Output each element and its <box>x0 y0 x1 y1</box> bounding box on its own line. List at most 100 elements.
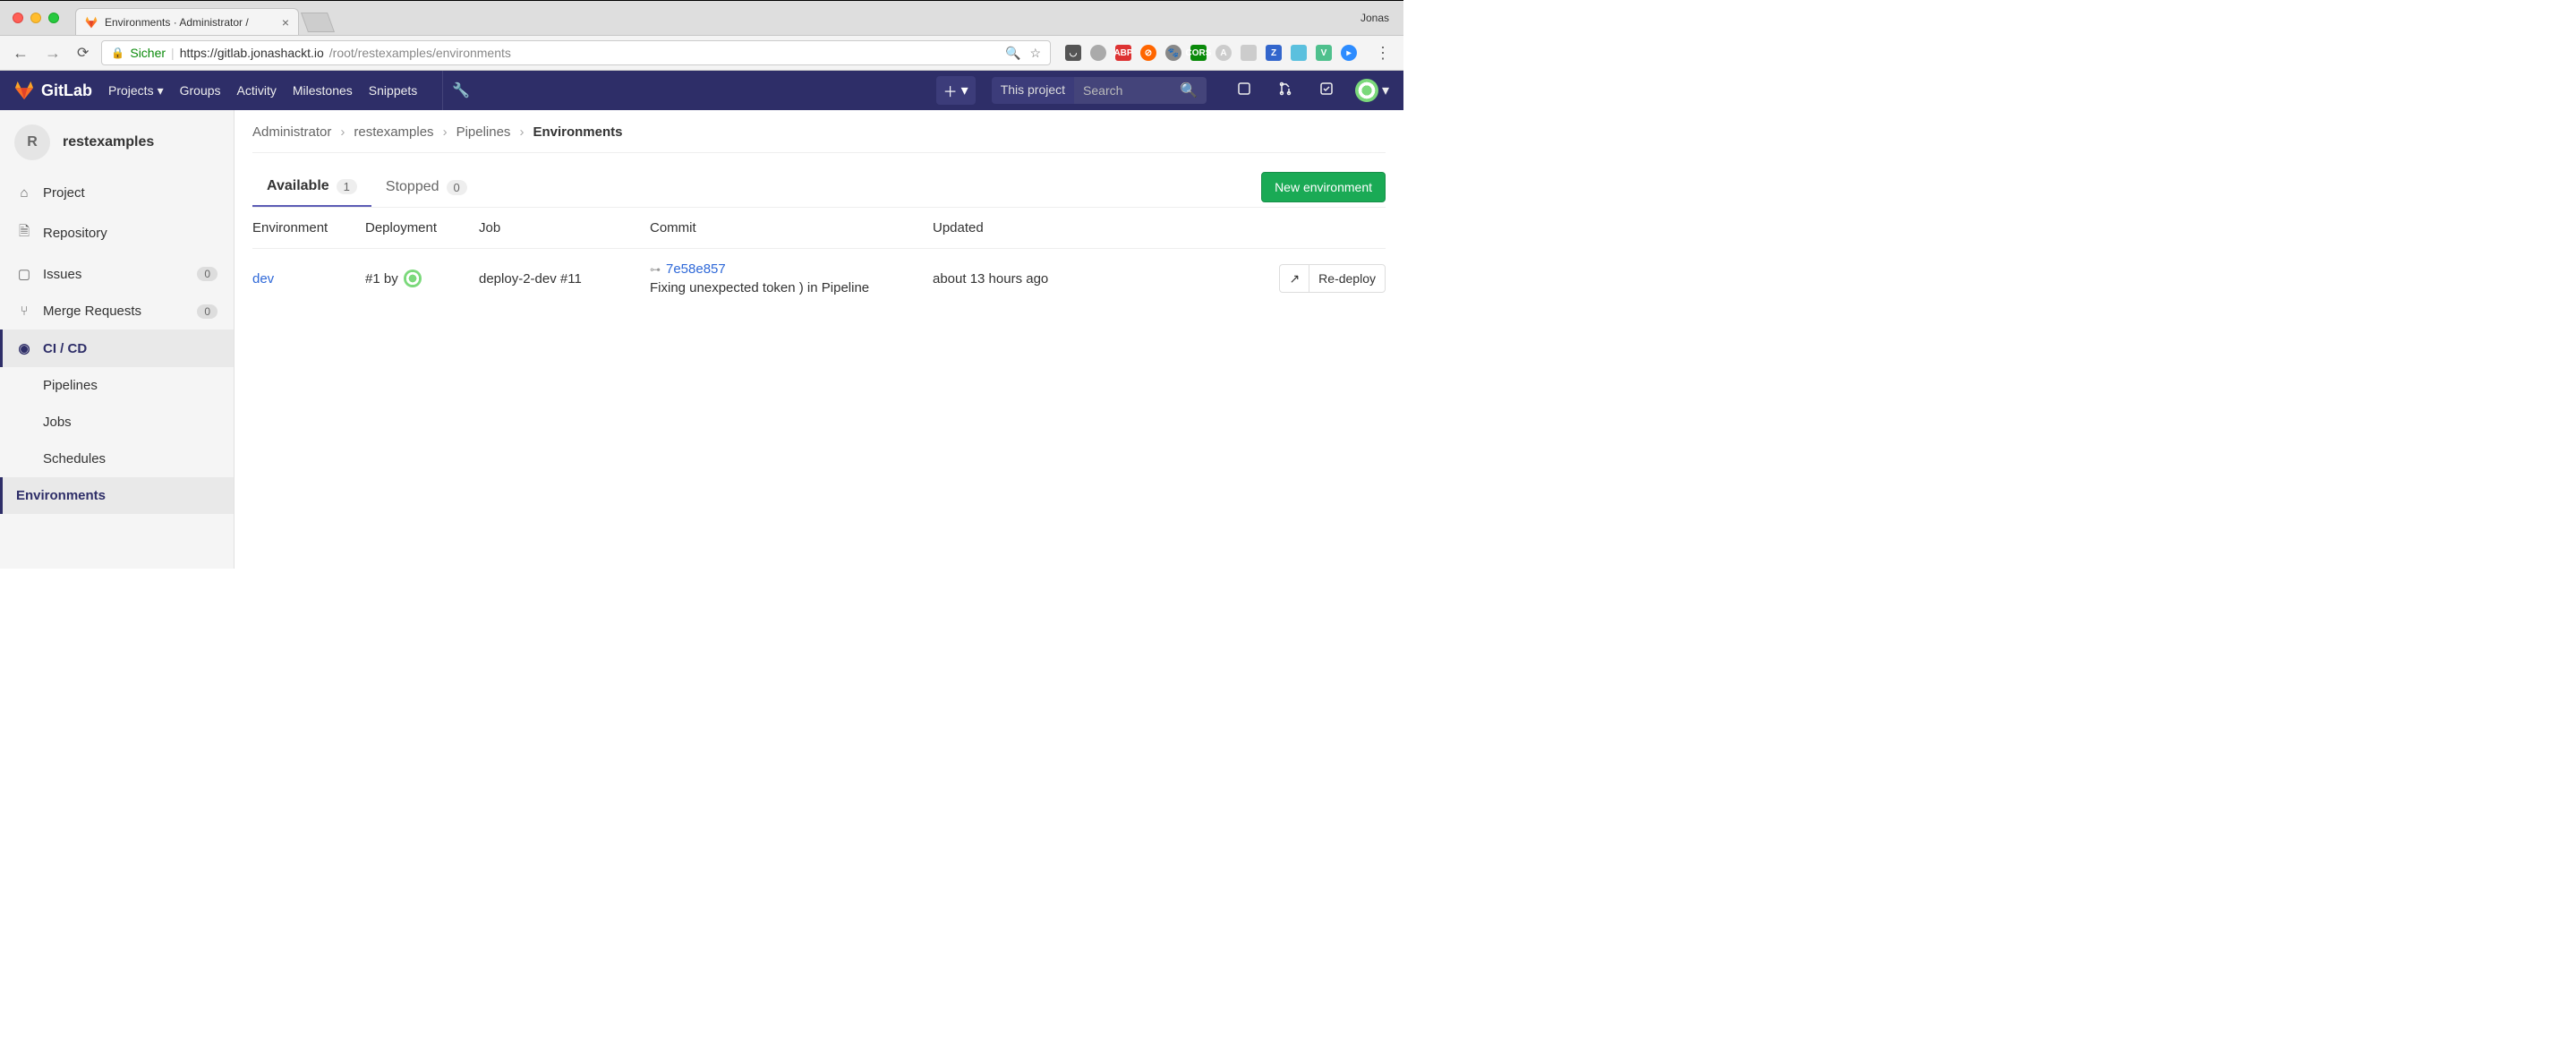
nav-groups[interactable]: Groups <box>180 83 221 98</box>
sidebar-item-cicd[interactable]: ◉ CI / CD <box>0 329 234 367</box>
cors-icon[interactable]: CORS <box>1190 45 1207 61</box>
issues-icon[interactable] <box>1232 81 1257 100</box>
sidebar-item-merge-requests[interactable]: ⑂ Merge Requests 0 <box>0 293 234 329</box>
chevron-right-icon: › <box>340 124 345 140</box>
browser-chrome: Environments · Administrator / × Jonas ←… <box>0 0 1403 71</box>
external-link-icon: ↗ <box>1289 271 1300 287</box>
extension-icon-7[interactable] <box>1291 45 1307 61</box>
merge-icon: ⑂ <box>16 304 32 319</box>
chevron-down-icon: ▾ <box>961 81 968 99</box>
project-letter-icon: R <box>14 124 50 160</box>
col-commit: Commit <box>650 220 933 235</box>
forward-button[interactable]: → <box>41 44 64 63</box>
project-name: restexamples <box>63 134 154 150</box>
file-icon: 🗎 <box>16 222 32 244</box>
back-button[interactable]: ← <box>9 44 32 63</box>
commit-cell: ⊶ 7e58e857 Fixing unexpected token ) in … <box>650 261 933 295</box>
window-controls <box>7 13 64 23</box>
col-job: Job <box>479 220 650 235</box>
url-path: /root/restexamples/environments <box>329 46 511 60</box>
sidebar-sub-jobs[interactable]: Jobs <box>0 404 234 441</box>
nav-projects[interactable]: Projects ▾ <box>108 83 164 98</box>
new-environment-button[interactable]: New environment <box>1261 172 1386 202</box>
sidebar-project-header[interactable]: R restexamples <box>0 110 234 175</box>
env-name-link[interactable]: dev <box>252 271 274 287</box>
gitlab-favicon-icon <box>85 16 98 29</box>
search-scope[interactable]: This project <box>992 77 1074 104</box>
pocket-icon[interactable]: ◡ <box>1065 45 1081 61</box>
vue-icon[interactable]: V <box>1316 45 1332 61</box>
browser-tab[interactable]: Environments · Administrator / × <box>75 8 299 35</box>
external-link-button[interactable]: ↗ <box>1279 264 1309 293</box>
new-tab-button[interactable] <box>301 13 335 32</box>
user-avatar-icon <box>1355 79 1378 102</box>
user-menu[interactable]: ▾ <box>1355 79 1389 102</box>
close-window-icon[interactable] <box>13 13 23 23</box>
sidebar-sub-schedules[interactable]: Schedules <box>0 441 234 477</box>
deployer-avatar-icon[interactable] <box>404 270 422 287</box>
breadcrumb-project[interactable]: restexamples <box>354 124 433 140</box>
nav-milestones[interactable]: Milestones <box>293 83 353 98</box>
close-tab-icon[interactable]: × <box>282 15 289 30</box>
chevron-down-icon: ▾ <box>158 83 164 98</box>
gitlab-brand: GitLab <box>41 81 92 100</box>
gitlab-logo-icon <box>14 81 34 100</box>
search-box[interactable]: 🔍 <box>1074 77 1207 104</box>
extension-icon-2[interactable]: ⊘ <box>1140 45 1156 61</box>
chevron-down-icon: ▾ <box>1382 81 1389 99</box>
sidebar-item-repository[interactable]: 🗎 Repository <box>0 211 234 255</box>
main-content: Administrator › restexamples › Pipelines… <box>235 110 1403 569</box>
nav-snippets[interactable]: Snippets <box>369 83 417 98</box>
adblock-icon[interactable]: ABP <box>1115 45 1131 61</box>
admin-wrench-icon[interactable]: 🔧 <box>442 71 479 110</box>
zoom-icon[interactable]: 🔍 <box>1005 46 1020 61</box>
minimize-window-icon[interactable] <box>30 13 41 23</box>
browser-profile[interactable]: Jonas <box>1361 12 1396 24</box>
reload-button[interactable]: ⟳ <box>73 44 92 62</box>
gitlab-logo[interactable]: GitLab <box>14 81 92 100</box>
table-header: Environment Deployment Job Commit Update… <box>252 208 1386 249</box>
chevron-right-icon: › <box>519 124 524 140</box>
breadcrumb: Administrator › restexamples › Pipelines… <box>252 124 1386 153</box>
sidebar: R restexamples ⌂ Project 🗎 Repository ▢ … <box>0 110 235 569</box>
breadcrumb-admin[interactable]: Administrator <box>252 124 331 140</box>
redeploy-button[interactable]: Re-deploy <box>1309 264 1386 293</box>
extension-icon-4[interactable]: A <box>1215 45 1232 61</box>
bookmark-icon[interactable]: ☆ <box>1029 46 1041 61</box>
tab-available[interactable]: Available 1 <box>252 167 371 207</box>
merge-requests-icon[interactable] <box>1273 81 1298 100</box>
url-separator: | <box>171 46 175 60</box>
breadcrumb-current: Environments <box>533 124 622 140</box>
sidebar-item-project[interactable]: ⌂ Project <box>0 175 234 211</box>
breadcrumb-pipelines[interactable]: Pipelines <box>456 124 511 140</box>
zoom-ext-icon[interactable]: ▸ <box>1341 45 1357 61</box>
extension-icon-3[interactable]: 🐾 <box>1165 45 1181 61</box>
sidebar-item-issues[interactable]: ▢ Issues 0 <box>0 255 234 293</box>
issues-icon: ▢ <box>16 266 32 282</box>
row-actions: ↗ Re-deploy <box>1165 264 1386 293</box>
todos-icon[interactable] <box>1314 81 1339 100</box>
maximize-window-icon[interactable] <box>48 13 59 23</box>
gitlab-header: GitLab Projects ▾ Groups Activity Milest… <box>0 71 1403 110</box>
browser-menu-icon[interactable]: ⋮ <box>1371 44 1395 63</box>
tab-stopped[interactable]: Stopped 0 <box>371 168 482 206</box>
plus-icon: ＋ <box>943 80 958 101</box>
extension-icon-5[interactable] <box>1241 45 1257 61</box>
extension-icon[interactable] <box>1090 45 1106 61</box>
sidebar-sub-pipelines[interactable]: Pipelines <box>0 367 234 404</box>
new-dropdown[interactable]: ＋▾ <box>936 76 976 105</box>
address-bar-actions: 🔍 ☆ <box>1005 46 1041 61</box>
chevron-right-icon: › <box>443 124 448 140</box>
col-environment: Environment <box>252 220 365 235</box>
col-deployment: Deployment <box>365 220 479 235</box>
nav-activity[interactable]: Activity <box>237 83 277 98</box>
commit-hash-link[interactable]: ⊶ 7e58e857 <box>650 261 933 277</box>
extension-icon-6[interactable]: Z <box>1266 45 1282 61</box>
sidebar-sub-environments[interactable]: Environments <box>0 477 234 514</box>
available-count: 1 <box>337 179 357 194</box>
issues-badge: 0 <box>197 267 218 281</box>
commit-message: Fixing unexpected token ) in Pipeline <box>650 280 933 295</box>
gitlab-body: R restexamples ⌂ Project 🗎 Repository ▢ … <box>0 110 1403 569</box>
search-input[interactable] <box>1083 83 1173 98</box>
address-bar[interactable]: 🔒 Sicher | https://gitlab.jonashackt.io/… <box>101 40 1051 65</box>
